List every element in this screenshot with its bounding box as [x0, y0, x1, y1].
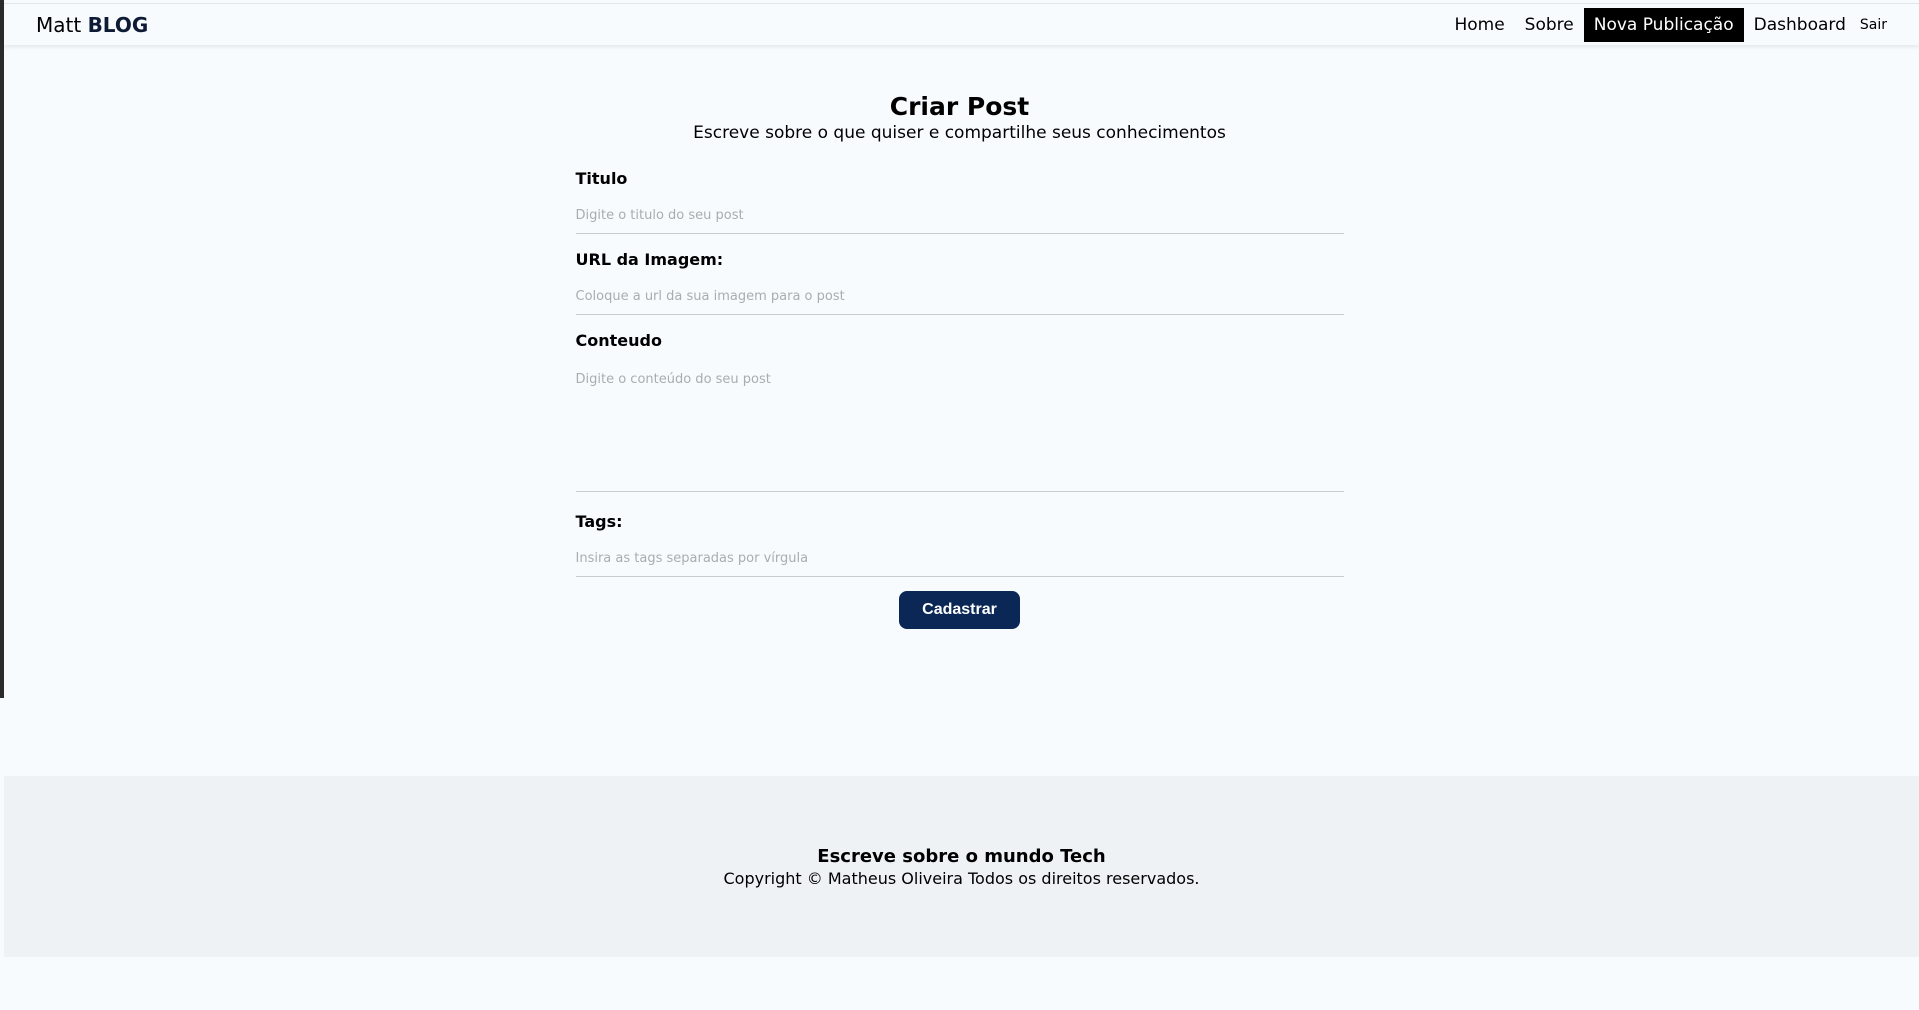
submit-wrap: Cadastrar — [576, 591, 1344, 629]
navbar: Matt BLOG Home Sobre Nova Publicação Das… — [4, 3, 1919, 45]
nav-link-dashboard[interactable]: Dashboard — [1744, 9, 1856, 41]
image-url-label: URL da Imagem: — [575, 250, 724, 269]
image-url-input[interactable] — [575, 279, 1344, 315]
title-label: Titulo — [575, 169, 628, 188]
footer-copyright: Copyright © Matheus Oliveira Todos os di… — [723, 868, 1200, 888]
nav-link-nova-publicacao[interactable]: Nova Publicação — [1583, 7, 1744, 42]
nav-link-home[interactable]: Home — [1444, 9, 1514, 41]
create-post-form: Titulo URL da Imagem: Conteudo Tags: Cad… — [575, 169, 1344, 629]
title-field-group: Titulo — [575, 169, 1344, 234]
nav-link-sobre[interactable]: Sobre — [1515, 9, 1584, 41]
content-field-group: Conteudo — [575, 331, 1344, 496]
content-label: Conteudo — [575, 331, 662, 350]
footer: Escreve sobre o mundo Tech Copyright © M… — [4, 776, 1919, 957]
page-title: Criar Post — [889, 92, 1030, 121]
tags-input[interactable] — [575, 541, 1344, 577]
content-textarea[interactable] — [575, 360, 1344, 492]
page-subtitle: Escreve sobre o que quiser e compartilhe… — [693, 123, 1226, 143]
page-header: Criar Post Escreve sobre o que quiser e … — [0, 92, 1919, 143]
logout-button[interactable]: Sair — [1856, 11, 1891, 39]
tags-field-group: Tags: — [575, 512, 1344, 577]
image-field-group: URL da Imagem: — [575, 250, 1344, 315]
main-content: Criar Post Escreve sobre o que quiser e … — [0, 45, 1919, 629]
brand-strong: BLOG — [87, 12, 149, 37]
title-input[interactable] — [575, 198, 1344, 234]
footer-title: Escreve sobre o mundo Tech — [817, 845, 1106, 867]
brand-logo[interactable]: Matt BLOG — [36, 13, 148, 37]
brand-light: Matt — [36, 12, 82, 37]
tags-label: Tags: — [575, 512, 623, 531]
nav-links: Home Sobre Nova Publicação Dashboard Sai… — [1444, 4, 1891, 45]
submit-button[interactable]: Cadastrar — [899, 591, 1020, 629]
